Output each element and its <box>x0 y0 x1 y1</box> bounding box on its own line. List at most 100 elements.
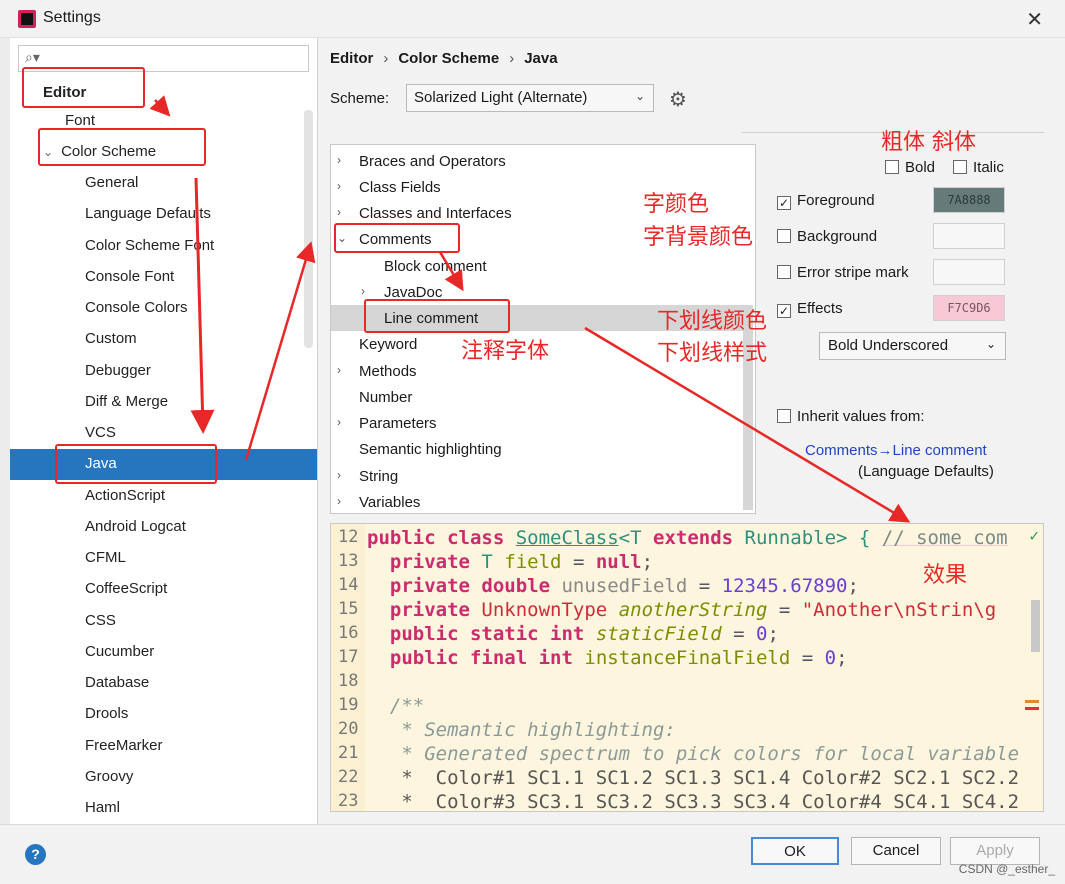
chevron-down-icon: ⌄ <box>985 337 996 351</box>
sidebar-item-font[interactable]: Font <box>65 112 95 129</box>
effects-checkbox[interactable]: ✓ Effects <box>777 300 843 318</box>
watermark: CSDN @_esther_ <box>958 862 1055 876</box>
checkbox-icon <box>777 229 791 243</box>
chevron-down-icon: ⌄ <box>634 89 645 103</box>
window-title: Settings <box>43 9 101 26</box>
checkmark-icon: ✓ <box>1029 526 1039 545</box>
annotation-effect: 效果 <box>923 563 968 588</box>
sidebar-item-vcs[interactable]: VCS <box>85 424 116 441</box>
inherit-checkbox[interactable]: Inherit values from: <box>777 408 925 425</box>
scheme-dropdown[interactable]: Solarized Light (Alternate) ⌄ <box>406 84 654 112</box>
sidebar-item-haml[interactable]: Haml <box>85 799 120 816</box>
sidebar-item-console-font[interactable]: Console Font <box>85 268 174 285</box>
checkmark-icon: ✓ <box>777 196 791 210</box>
annotation-box-editor <box>22 67 145 108</box>
error-stripe-label: Error stripe mark <box>797 264 909 281</box>
foreground-color-swatch[interactable]: 7A8888 <box>933 187 1005 213</box>
tree-item-semantic-highlighting[interactable]: Semantic highlighting <box>331 436 743 462</box>
breadcrumb-editor[interactable]: Editor <box>330 50 373 67</box>
checkbox-icon <box>885 160 899 174</box>
title-bar: Settings ✕ <box>0 0 1065 38</box>
sidebar-item-drools[interactable]: Drools <box>85 705 128 722</box>
annotation-box-color-scheme <box>38 128 206 166</box>
chevron-right-icon: › <box>337 363 341 377</box>
sidebar-item-css[interactable]: CSS <box>85 612 116 629</box>
bold-label: Bold <box>905 159 936 176</box>
tree-item-block-comment[interactable]: Block comment <box>331 253 743 279</box>
tree-item-braces-operators[interactable]: › Braces and Operators <box>331 148 743 174</box>
italic-checkbox[interactable]: Italic <box>953 159 1004 176</box>
checkbox-icon <box>953 160 967 174</box>
tree-item-variables[interactable]: › Variables <box>331 489 743 513</box>
sidebar-item-cfml[interactable]: CFML <box>85 549 126 566</box>
breadcrumb-color-scheme[interactable]: Color Scheme <box>398 50 499 67</box>
chevron-right-icon: › <box>337 153 341 167</box>
sidebar-item-diff-merge[interactable]: Diff & Merge <box>85 393 168 410</box>
effects-label: Effects <box>797 300 843 317</box>
sidebar-item-database[interactable]: Database <box>85 674 149 691</box>
background-color-swatch[interactable] <box>933 223 1005 249</box>
checkmark-icon: ✓ <box>777 304 791 318</box>
annotation-underline-style: 下划线样式 <box>657 341 768 366</box>
annotation-font-color: 字颜色 <box>643 192 710 217</box>
ok-button[interactable]: OK <box>751 837 839 865</box>
intellij-app-icon <box>18 10 36 28</box>
checkbox-icon <box>777 409 791 423</box>
error-stripe-marker <box>1025 700 1039 710</box>
gear-icon[interactable]: ⚙ <box>669 87 687 112</box>
italic-label: Italic <box>973 159 1004 176</box>
sidebar-item-cucumber[interactable]: Cucumber <box>85 643 154 660</box>
checkbox-icon <box>777 265 791 279</box>
chevron-right-icon: › <box>361 284 365 298</box>
inherit-source-label: (Language Defaults) <box>858 463 994 480</box>
search-icon: ⌕▾ <box>25 49 40 65</box>
background-label: Background <box>797 228 878 245</box>
annotation-underline-color: 下划线颜色 <box>657 309 768 334</box>
sidebar-item-language-defaults[interactable]: Language Defaults <box>85 205 211 222</box>
background-checkbox[interactable]: Background <box>777 228 877 245</box>
tree-item-string[interactable]: › String <box>331 463 743 489</box>
foreground-label: Foreground <box>797 192 875 209</box>
breadcrumb: Editor › Color Scheme › Java <box>330 50 558 67</box>
sidebar-scrollbar[interactable] <box>304 110 313 348</box>
foreground-checkbox[interactable]: ✓ Foreground <box>777 192 875 210</box>
annotation-box-java <box>55 444 217 484</box>
sidebar-item-debugger[interactable]: Debugger <box>85 362 151 379</box>
chevron-right-icon: › <box>337 468 341 482</box>
scheme-value: Solarized Light (Alternate) <box>414 89 588 106</box>
effects-color-swatch[interactable]: F7C9D6 <box>933 295 1005 321</box>
sidebar-item-actionscript[interactable]: ActionScript <box>85 487 165 504</box>
tree-item-parameters[interactable]: › Parameters <box>331 410 743 436</box>
chevron-right-icon: › <box>337 415 341 429</box>
preview-scrollbar[interactable] <box>1031 600 1040 652</box>
bold-checkbox[interactable]: Bold <box>885 159 935 176</box>
chevron-right-icon: › <box>337 494 341 508</box>
cancel-button[interactable]: Cancel <box>851 837 941 865</box>
apply-button[interactable]: Apply <box>950 837 1040 865</box>
error-stripe-color-swatch[interactable] <box>933 259 1005 285</box>
inherit-label: Inherit values from: <box>797 408 925 425</box>
sidebar-item-groovy[interactable]: Groovy <box>85 768 133 785</box>
sidebar-item-general[interactable]: General <box>85 174 138 191</box>
annotation-font-bg-color: 字背景颜色 <box>643 225 754 250</box>
sidebar-item-coffeescript[interactable]: CoffeeScript <box>85 580 167 597</box>
breadcrumb-java: Java <box>524 50 558 67</box>
annotation-bold-italic: 粗体 斜体 <box>881 130 976 155</box>
help-button[interactable]: ? <box>25 844 46 865</box>
chevron-right-icon: › <box>337 179 341 193</box>
annotation-box-comments <box>334 223 460 253</box>
effect-type-dropdown[interactable]: Bold Underscored ⌄ <box>819 332 1006 360</box>
tree-item-number[interactable]: Number <box>331 384 743 410</box>
sidebar-item-console-colors[interactable]: Console Colors <box>85 299 188 316</box>
error-stripe-checkbox[interactable]: Error stripe mark <box>777 264 909 281</box>
scheme-label: Scheme: <box>330 90 390 107</box>
sidebar-item-freemarker[interactable]: FreeMarker <box>85 737 163 754</box>
close-icon[interactable]: ✕ <box>1026 7 1043 32</box>
annotation-comment-font: 注释字体 <box>461 339 550 364</box>
chevron-right-icon: › <box>337 205 341 219</box>
inherit-link[interactable]: Comments→Line comment <box>805 442 987 459</box>
sidebar-item-color-scheme-font[interactable]: Color Scheme Font <box>85 237 214 254</box>
sidebar-item-custom[interactable]: Custom <box>85 330 137 347</box>
effect-type-value: Bold Underscored <box>828 337 949 354</box>
sidebar-item-android-logcat[interactable]: Android Logcat <box>85 518 186 535</box>
